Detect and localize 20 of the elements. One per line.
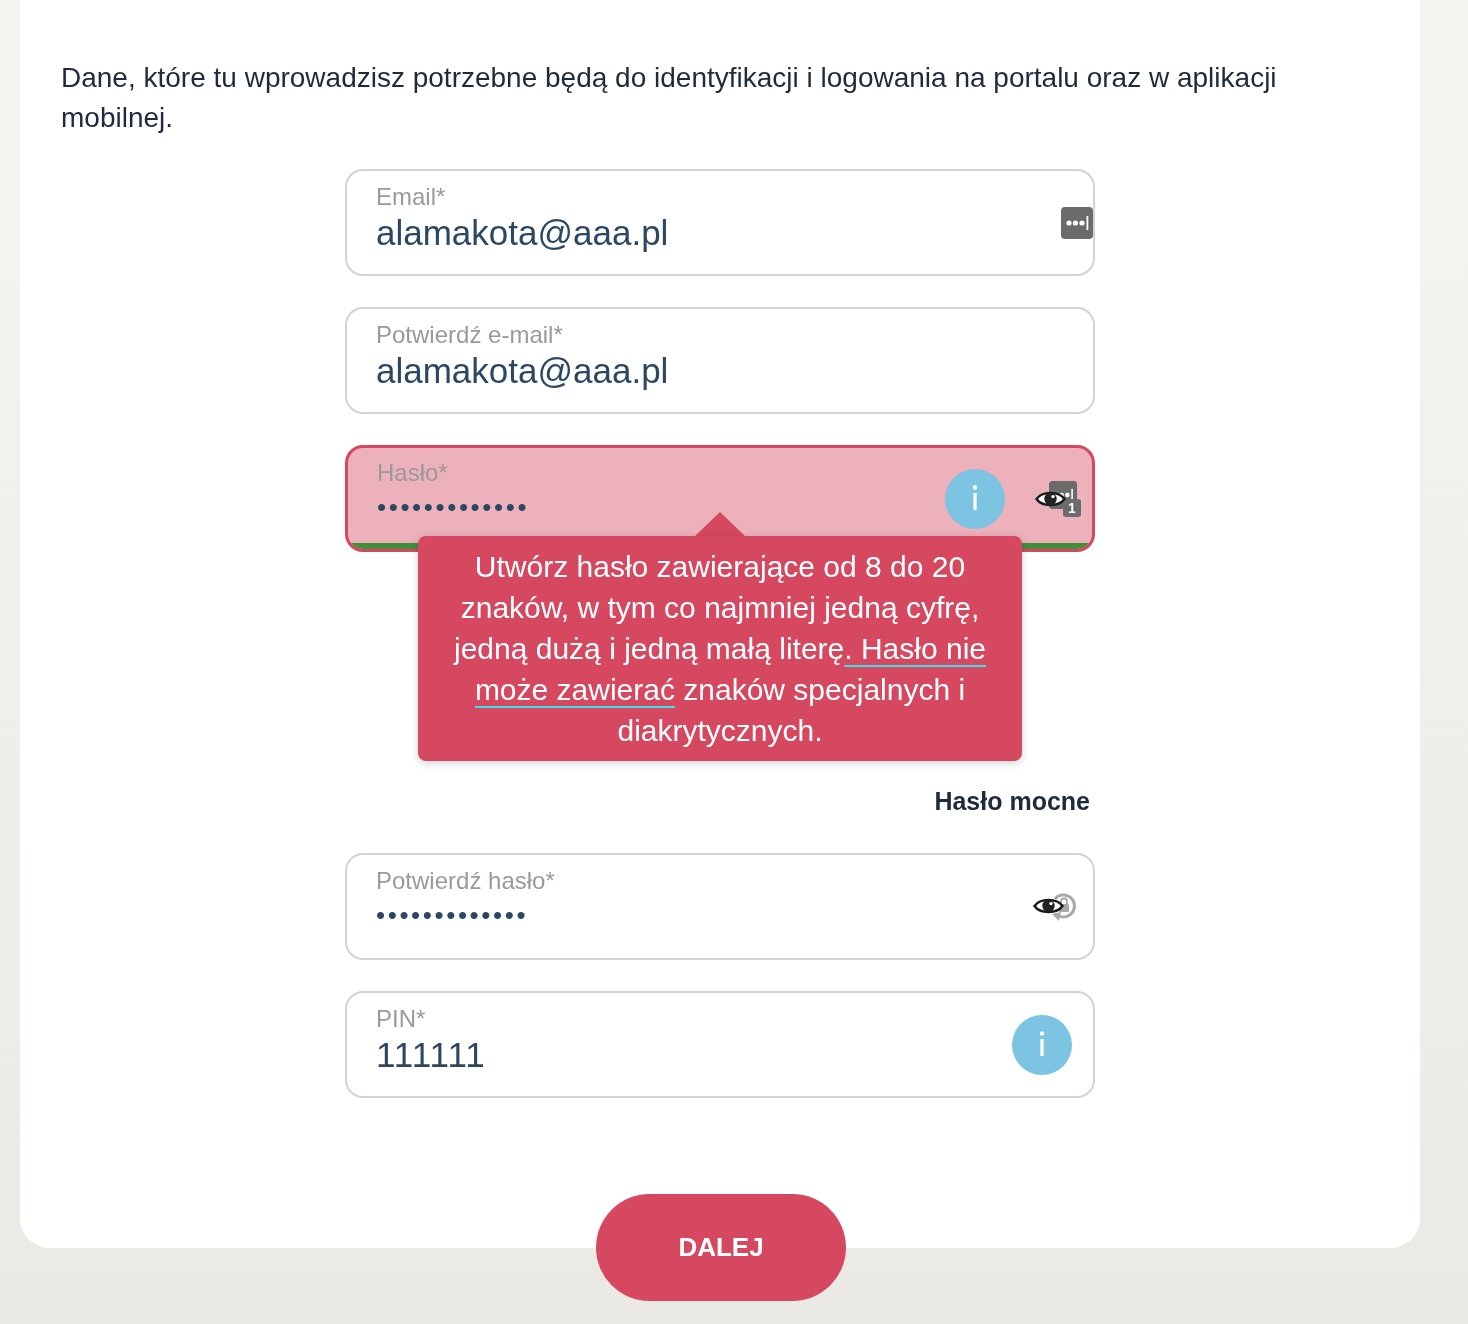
email-field[interactable]: Email* alamakota@aaa.pl bbox=[345, 169, 1095, 276]
field-label: Potwierdź hasło* bbox=[376, 867, 555, 895]
field-value: alamakota@aaa.pl bbox=[376, 350, 669, 392]
intro-text: Dane, które tu wprowadzisz potrzebne będą do identyfikacji i logowania na portalu oraz w aplikacji mobilnej. bbox=[61, 61, 1278, 135]
field-label: Hasło* bbox=[377, 459, 448, 487]
field-label: PIN* bbox=[376, 1005, 426, 1033]
email-field[interactable]: Potwierdź e-mail* alamakota@aaa.pl bbox=[345, 307, 1095, 414]
field-label: Email* bbox=[376, 183, 446, 211]
pin-field[interactable]: PIN* 111111 bbox=[345, 991, 1095, 1098]
field-value: alamakota@aaa.pl bbox=[376, 212, 669, 254]
field-label: Potwierdź e-mail* bbox=[376, 321, 563, 349]
count-badge: 1 bbox=[1063, 498, 1081, 517]
strength-label: Hasło mocne bbox=[934, 786, 1090, 816]
tooltip: Utwórz hasło zawierające od 8 do 20 znaków, w tym co najmniej jedną cyfrę, jedną dużą i jedną małą literę. Hasło nie może zawierać znaków specjalnych i diakrytycznych. bbox=[418, 536, 1022, 761]
next-button[interactable]: DALEJ bbox=[596, 1194, 846, 1301]
password-field[interactable]: Potwierdź hasło* ••••••••••••• bbox=[345, 853, 1095, 960]
field-value: ••••••••••••• bbox=[377, 491, 530, 524]
field-value: 111111 bbox=[376, 1034, 486, 1076]
field-value: ••••••••••••• bbox=[376, 899, 529, 932]
tooltip-pointer bbox=[694, 512, 746, 537]
